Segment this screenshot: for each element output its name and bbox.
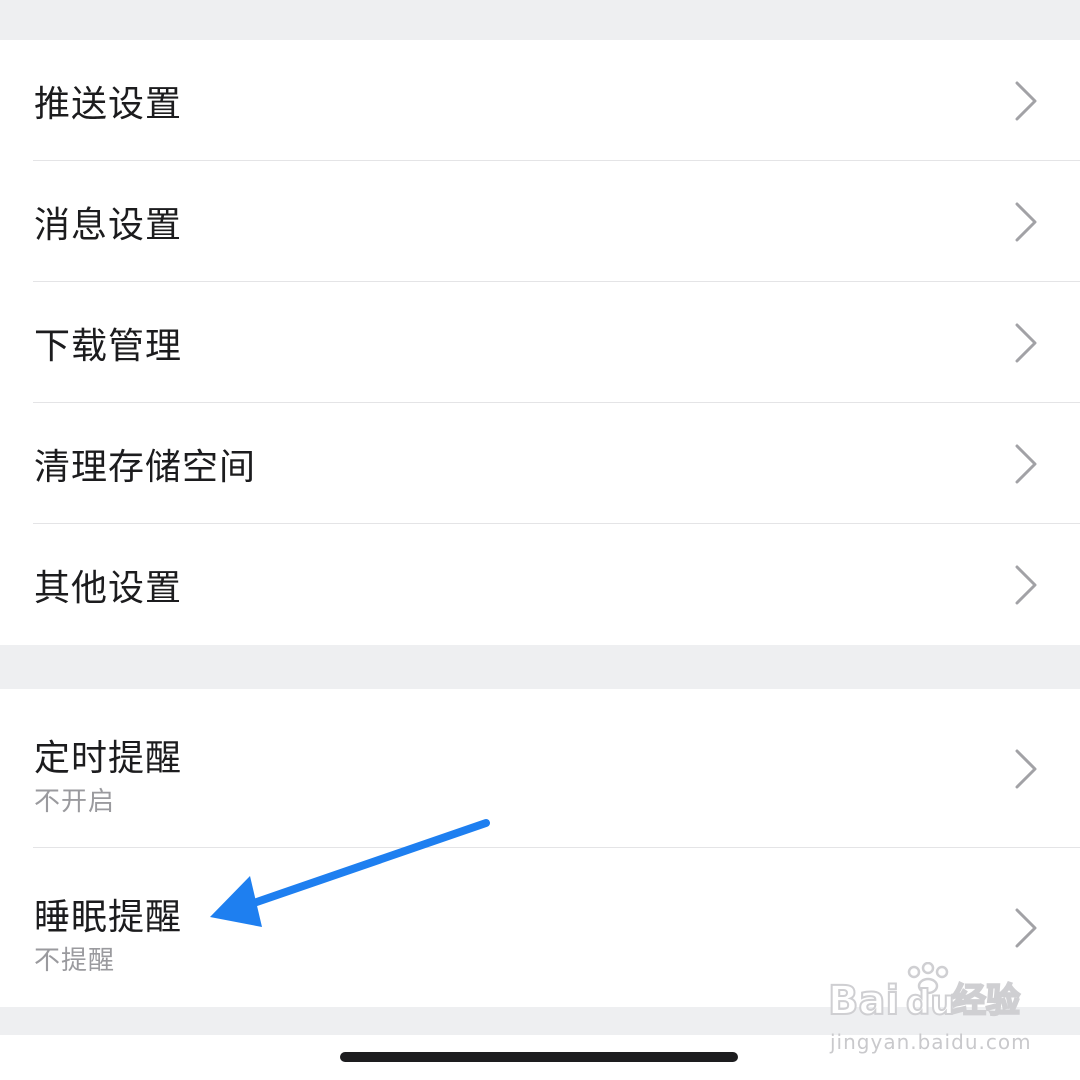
chevron-right-icon — [1015, 749, 1037, 788]
settings-row-label: 推送设置 — [34, 83, 183, 125]
svg-text:du: du — [906, 983, 955, 1022]
settings-row-label: 消息设置 — [34, 204, 183, 246]
blue-arrow-icon — [210, 819, 490, 927]
watermark-url: jingyan.baidu.com — [830, 1030, 1032, 1054]
chevron-right-icon — [1015, 908, 1037, 947]
settings-row-label: 定时提醒 — [34, 738, 183, 779]
settings-row-label: 其他设置 — [34, 567, 183, 609]
settings-row-timed-reminder[interactable]: 定时提醒 不开启 — [0, 689, 1080, 848]
settings-row-storage[interactable]: 清理存储空间 — [0, 403, 1080, 524]
settings-row-value: 不开启 — [34, 787, 116, 817]
settings-group-general: 推送设置 消息设置 下载管理 清理存储空间 其他设置 — [0, 40, 1080, 645]
settings-row-push[interactable]: 推送设置 — [0, 40, 1080, 161]
svg-text:Bai: Bai — [828, 978, 899, 1022]
chevron-right-icon — [1015, 444, 1037, 483]
chevron-right-icon — [1015, 202, 1037, 241]
baidu-jingyan-watermark-logo: Bai du 经验 — [828, 962, 1021, 1022]
home-indicator[interactable] — [340, 1052, 738, 1062]
chevron-right-icon — [1015, 565, 1037, 604]
settings-row-value: 不提醒 — [34, 946, 116, 976]
settings-row-other[interactable]: 其他设置 — [0, 524, 1080, 645]
settings-row-label: 清理存储空间 — [34, 446, 257, 488]
settings-row-download[interactable]: 下载管理 — [0, 282, 1080, 403]
chevron-right-icon — [1015, 81, 1037, 120]
settings-row-label: 睡眠提醒 — [34, 897, 183, 938]
settings-group-reminders: 定时提醒 不开启 睡眠提醒 不提醒 — [0, 689, 1080, 1007]
chevron-right-icon — [1015, 323, 1037, 362]
svg-text:经验: 经验 — [952, 981, 1020, 1021]
settings-row-message[interactable]: 消息设置 — [0, 161, 1080, 282]
settings-row-label: 下载管理 — [34, 325, 183, 367]
